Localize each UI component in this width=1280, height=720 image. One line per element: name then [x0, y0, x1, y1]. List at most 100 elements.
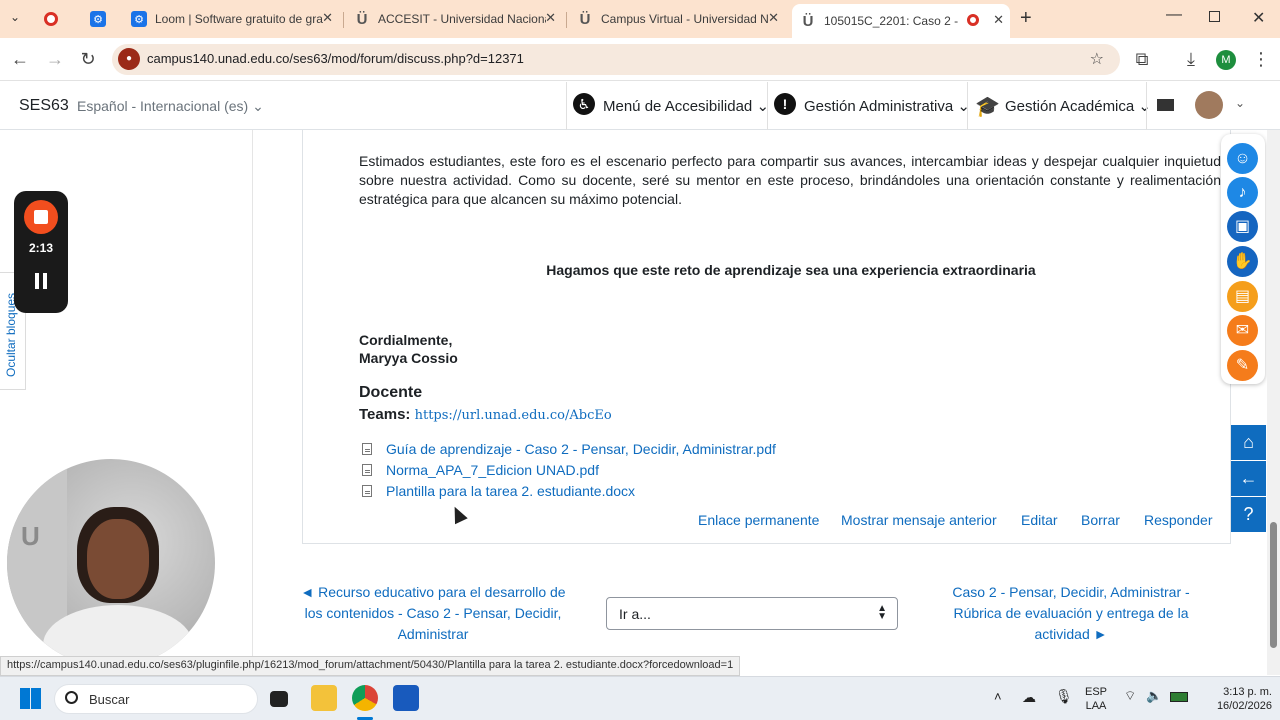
volume-icon[interactable]: 🔈	[1146, 689, 1162, 703]
chrome-icon[interactable]	[352, 685, 378, 711]
site-name[interactable]: SES63	[19, 97, 69, 115]
previous-activity-link[interactable]: ◄ Recurso educativo para el desarrollo d…	[300, 582, 566, 645]
file-explorer-icon[interactable]	[311, 685, 337, 711]
next-activity-link[interactable]: Caso 2 - Pensar, Decidir, Administrar - …	[936, 582, 1206, 645]
tab-active-course[interactable]: Ü 105015C_2201: Caso 2 - Pensar ✕	[792, 4, 1010, 38]
chevron-down-icon: ⌄	[957, 98, 970, 115]
attachment-link[interactable]: Norma_APA_7_Edicion UNAD.pdf	[386, 462, 599, 478]
wifi-icon[interactable]: ⌔	[1124, 689, 1136, 703]
tray-chevron-icon[interactable]: ˄	[994, 690, 1002, 704]
language-indicator[interactable]: ESP LAA	[1083, 685, 1109, 713]
extensions-icon[interactable]: ⧉	[1131, 48, 1153, 70]
windows-taskbar: Buscar ˄ ☁ 🎙 ESP LAA ⌔ 🔈 3:13 p. m. 16/0…	[0, 676, 1280, 720]
page-scrollbar[interactable]	[1267, 130, 1280, 675]
tab-accesit[interactable]: Ü ACCESIT - Universidad Nacional Abierta…	[354, 6, 562, 32]
clock-date: 16/02/2026	[1216, 700, 1272, 712]
post-role: Docente	[359, 384, 423, 401]
tab-recording[interactable]	[44, 6, 72, 32]
bookmark-star-icon[interactable]: ☆	[1090, 49, 1104, 69]
delete-link[interactable]: Borrar	[1081, 512, 1120, 528]
help-icon[interactable]: ?	[1231, 497, 1266, 532]
status-url: https://campus140.unad.edu.co/ses63/plug…	[0, 656, 741, 676]
academic-menu-label: Gestión Académica	[1005, 98, 1135, 115]
attachment-guide[interactable]: Guía de aprendizaje - Caso 2 - Pensar, D…	[362, 441, 776, 457]
maximize-button[interactable]	[1209, 11, 1220, 22]
camera-in-use-icon[interactable]: ●	[118, 48, 140, 70]
close-icon[interactable]: ✕	[768, 10, 779, 26]
recording-indicator-icon	[967, 14, 979, 26]
webcam-bubble[interactable]: U	[7, 459, 215, 667]
close-icon[interactable]: ✕	[322, 10, 333, 26]
mail-icon[interactable]: ✉	[1227, 315, 1258, 346]
close-window-button[interactable]: ✕	[1252, 8, 1265, 28]
taskbar-search[interactable]: Buscar	[54, 684, 258, 714]
arrow-left-icon[interactable]: ←	[1231, 461, 1266, 496]
word-icon[interactable]	[393, 685, 419, 711]
forward-button[interactable]: →	[44, 48, 66, 70]
notes-icon[interactable]: ✎	[1227, 350, 1258, 381]
search-icon	[65, 691, 78, 704]
edit-link[interactable]: Editar	[1021, 512, 1058, 528]
audio-icon[interactable]: ♪	[1227, 177, 1258, 208]
accessibility-person-icon[interactable]: ☺	[1227, 143, 1258, 174]
show-parent-link[interactable]: Mostrar mensaje anterior	[841, 512, 997, 528]
image-icon[interactable]: ▣	[1227, 211, 1258, 242]
accessibility-menu[interactable]: Menú de Accesibilidad ⌄	[603, 97, 769, 115]
new-tab-button[interactable]: +	[1020, 7, 1032, 30]
alert-icon: !	[774, 93, 796, 115]
messages-icon[interactable]	[1157, 99, 1174, 111]
permalink-link[interactable]: Enlace permanente	[698, 512, 819, 528]
microphone-icon[interactable]: 🎙	[1055, 689, 1073, 703]
clock[interactable]: 3:13 p. m. 16/02/2026	[1196, 685, 1272, 713]
navbar-divider	[1146, 82, 1147, 130]
close-icon[interactable]: ✕	[993, 12, 1004, 28]
browser-menu-icon[interactable]: ⋮	[1250, 48, 1272, 70]
scrollbar-thumb[interactable]	[1270, 522, 1277, 648]
admin-menu[interactable]: Gestión Administrativa ⌄	[804, 97, 970, 115]
task-view-icon[interactable]	[270, 691, 288, 707]
jump-to-label: Ir a...	[619, 606, 651, 622]
pause-icon[interactable]	[35, 273, 47, 289]
windows-start-icon[interactable]	[20, 688, 41, 709]
document-icon[interactable]: ▤	[1227, 281, 1258, 312]
profile-avatar[interactable]: M	[1216, 50, 1236, 70]
address-bar[interactable]: ● campus140.unad.edu.co/ses63/mod/forum/…	[112, 44, 1120, 75]
attachment-link[interactable]: Plantilla para la tarea 2. estudiante.do…	[386, 483, 635, 499]
stop-recording-button[interactable]	[24, 200, 58, 234]
minimize-button[interactable]: —	[1166, 6, 1182, 24]
jump-to-select[interactable]: Ir a... ▲ ▼	[606, 597, 898, 630]
reply-link[interactable]: Responder	[1144, 512, 1213, 528]
unad-icon: Ü	[802, 12, 814, 30]
accessibility-menu-label: Menú de Accesibilidad	[603, 98, 753, 115]
close-icon[interactable]: ✕	[545, 10, 556, 26]
onedrive-icon[interactable]: ☁	[1022, 690, 1036, 704]
attachment-apa[interactable]: Norma_APA_7_Edicion UNAD.pdf	[362, 462, 599, 478]
tab-search-chevron-icon[interactable]: ⌄	[10, 10, 20, 24]
navbar-divider	[767, 82, 768, 130]
tab-settings[interactable]: ⚙	[90, 6, 118, 32]
site-navbar: SES63 Español - Internacional (es) ⌄ ♿ M…	[0, 82, 1280, 130]
user-avatar[interactable]	[1195, 91, 1223, 119]
attachment-template[interactable]: Plantilla para la tarea 2. estudiante.do…	[362, 483, 635, 499]
tab-divider	[343, 12, 344, 28]
tab-campus-virtual[interactable]: Ü Campus Virtual - Universidad Nacional …	[577, 6, 785, 32]
admin-menu-label: Gestión Administrativa	[804, 98, 954, 115]
tab-title: ACCESIT - Universidad Nacional Abierta	[378, 12, 546, 26]
home-icon[interactable]: ⌂	[1231, 425, 1266, 460]
download-icon[interactable]: ⤓	[1180, 48, 1202, 70]
academic-menu[interactable]: Gestión Académica ⌄	[1005, 97, 1151, 115]
reload-button[interactable]: ↻	[77, 48, 99, 70]
file-icon	[362, 443, 372, 455]
url-text[interactable]: campus140.unad.edu.co/ses63/mod/forum/di…	[147, 51, 524, 66]
accessibility-icon: ♿	[573, 93, 595, 115]
attachment-link[interactable]: Guía de aprendizaje - Caso 2 - Pensar, D…	[386, 441, 776, 457]
tab-loom[interactable]: ⚙ Loom | Software gratuito de grabación …	[131, 6, 339, 32]
sign-language-icon[interactable]: ✋	[1227, 246, 1258, 277]
post-closing: Cordialmente,	[359, 332, 453, 348]
battery-icon[interactable]	[1170, 692, 1188, 702]
language-menu[interactable]: Español - Internacional (es) ⌄	[77, 98, 264, 115]
teams-link[interactable]: https://url.unad.edu.co/AbcEo	[415, 408, 612, 423]
chevron-down-icon[interactable]: ⌄	[1235, 96, 1245, 110]
loom-icon: ⚙	[131, 11, 147, 27]
back-button[interactable]: ←	[9, 48, 31, 70]
